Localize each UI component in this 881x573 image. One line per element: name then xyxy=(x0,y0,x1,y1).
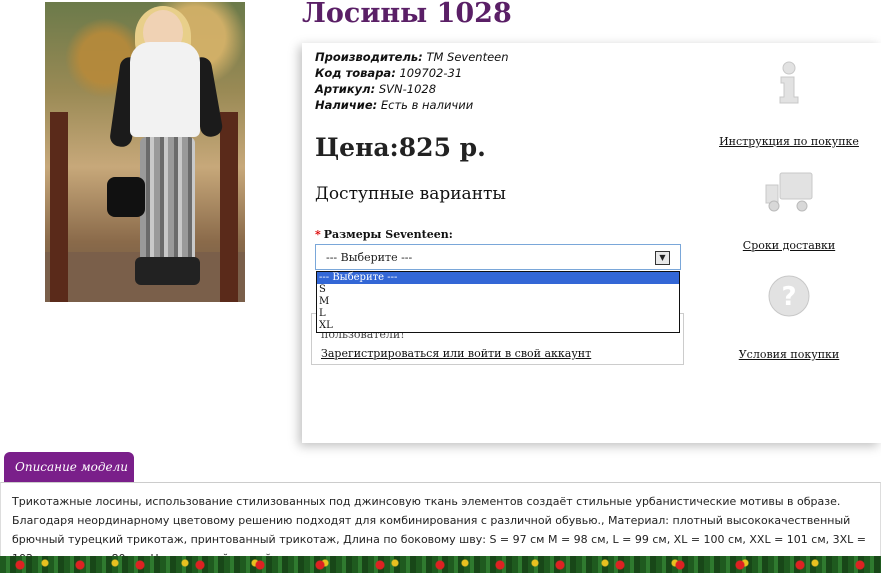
delivery-link[interactable]: Сроки доставки xyxy=(719,239,859,252)
size-option[interactable]: XL xyxy=(317,320,679,332)
truck-icon xyxy=(765,172,813,212)
side-instructions[interactable]: Инструкция по покупке xyxy=(719,61,859,148)
spec-availability: Наличие: Есть в наличии xyxy=(315,98,474,112)
terms-link[interactable]: Условия покупки xyxy=(719,348,859,361)
spec-code: Код товара: 109702-31 xyxy=(315,66,463,80)
tab-description[interactable]: Описание модели xyxy=(4,452,134,482)
svg-text:?: ? xyxy=(781,282,796,312)
chevron-down-icon[interactable]: ▼ xyxy=(655,251,670,265)
side-terms[interactable]: ? Условия покупки xyxy=(719,274,859,361)
product-specs: Производитель: TM Seventeen Код товара: … xyxy=(315,49,509,113)
register-link[interactable]: Зарегистрироваться или войти в свой акка… xyxy=(321,347,591,360)
size-label: * Размеры Seventeen: xyxy=(315,228,453,241)
question-icon: ? xyxy=(768,275,810,317)
spec-manufacturer: Производитель: TM Seventeen xyxy=(315,50,509,64)
product-title: Лосины 1028 xyxy=(302,0,512,29)
spec-article: Артикул: SVN-1028 xyxy=(315,82,437,96)
size-select[interactable]: --- Выберите --- ▼ xyxy=(315,244,681,270)
instructions-link[interactable]: Инструкция по покупке xyxy=(719,135,859,148)
side-delivery[interactable]: Сроки доставки xyxy=(719,171,859,252)
size-select-value: --- Выберите --- xyxy=(326,251,413,264)
required-mark: * xyxy=(315,228,321,241)
info-icon xyxy=(779,61,799,104)
size-option[interactable]: --- Выберите --- xyxy=(317,272,679,284)
product-info-panel: Производитель: TM Seventeen Код товара: … xyxy=(302,43,881,443)
size-option[interactable]: L xyxy=(317,308,679,320)
product-photo[interactable] xyxy=(45,2,245,302)
garland-decoration xyxy=(0,556,881,573)
size-option[interactable]: M xyxy=(317,296,679,308)
variants-heading: Доступные варианты xyxy=(315,184,506,204)
price: Цена:825 р. xyxy=(315,133,486,162)
size-dropdown[interactable]: --- Выберите --- S M L XL xyxy=(316,271,680,333)
size-option[interactable]: S xyxy=(317,284,679,296)
